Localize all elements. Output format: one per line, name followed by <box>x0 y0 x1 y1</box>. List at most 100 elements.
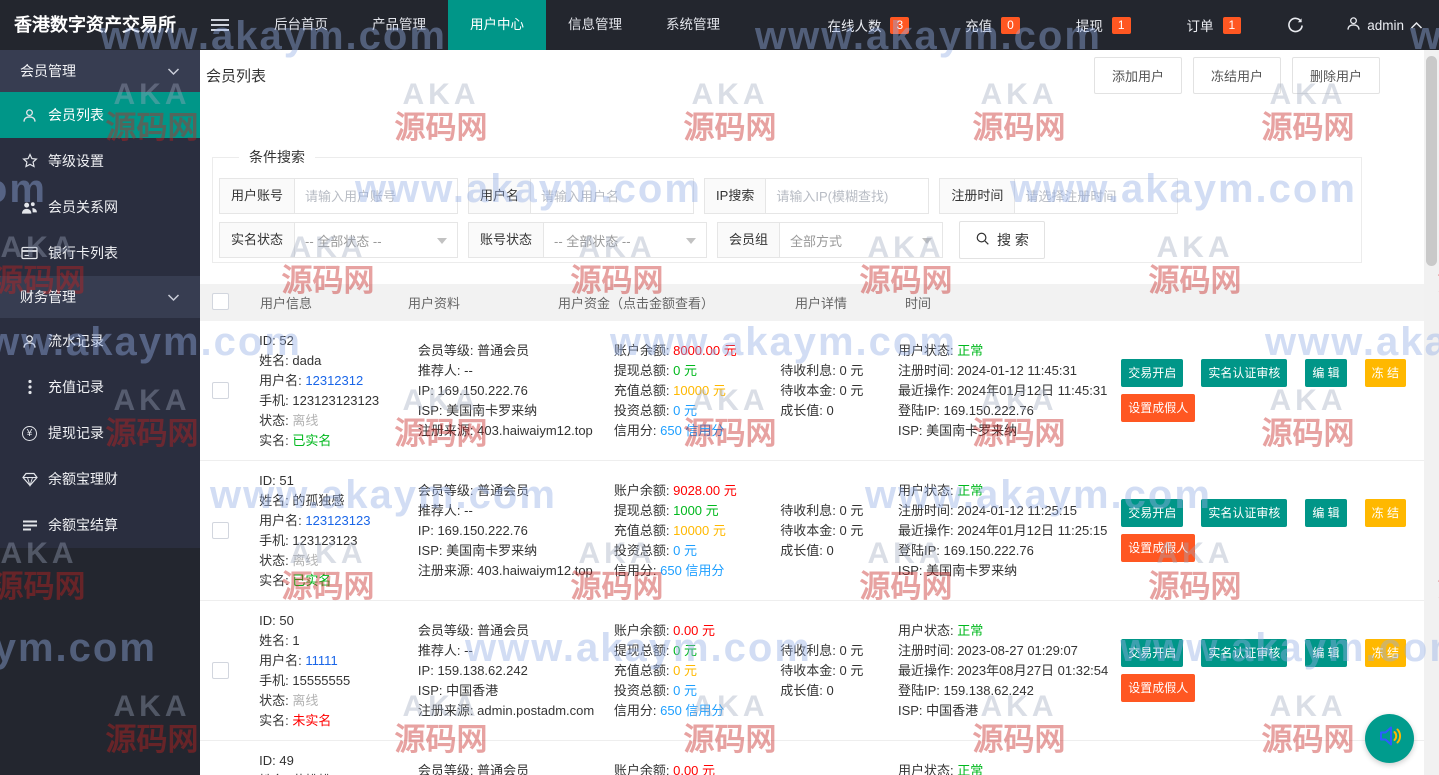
top-navbar: 香港数字资产交易所 后台首页 产品管理 用户中心 信息管理 系统管理 在线人数 … <box>0 0 1439 50</box>
credit-score[interactable]: 650 信用分 <box>660 563 724 578</box>
sidebar-item-yuebao-invest[interactable]: 余额宝理财 <box>0 456 200 502</box>
edit-button[interactable]: 编 辑 <box>1305 499 1347 527</box>
balance-amount[interactable]: 0.00 元 <box>673 623 715 638</box>
main-nav: 后台首页 产品管理 用户中心 信息管理 系统管理 <box>252 0 742 50</box>
credit-score[interactable]: 650 信用分 <box>660 423 724 438</box>
nav-item-user-center[interactable]: 用户中心 <box>448 0 546 50</box>
growth-value: 0 <box>826 402 834 418</box>
login-ip: 159.138.62.242 <box>943 682 1034 698</box>
sidebar-item-recharge-records[interactable]: 充值记录 <box>0 364 200 410</box>
recharge-total[interactable]: 10000 元 <box>673 523 726 538</box>
sidebar-item-withdraw-records[interactable]: ¥ 提现记录 <box>0 410 200 456</box>
ip-search-input[interactable] <box>765 178 930 214</box>
stat-recharge[interactable]: 充值 0 <box>965 15 1020 35</box>
withdraw-total[interactable]: 1000 元 <box>673 503 719 518</box>
table-row: ID50 姓名1 用户名11111 手机15555555 状态离线 实名未实名 … <box>200 601 1424 741</box>
select-all-checkbox[interactable] <box>212 292 229 310</box>
admin-menu[interactable]: admin <box>1346 16 1423 34</box>
search-button[interactable]: 搜 索 <box>959 221 1045 259</box>
trade-toggle-button[interactable]: 交易开启 <box>1121 639 1184 667</box>
balance-amount[interactable]: 9028.00 元 <box>673 483 737 498</box>
register-time: 2024-01-12 11:25:15 <box>957 502 1077 518</box>
realname-verify-button[interactable]: 实名认证审核 <box>1201 359 1288 387</box>
trade-toggle-button[interactable]: 交易开启 <box>1121 359 1184 387</box>
username-link[interactable]: 12312312 <box>305 373 363 388</box>
member-level: 普通会员 <box>477 622 530 638</box>
nav-item-system[interactable]: 系统管理 <box>644 0 742 50</box>
set-fake-button[interactable]: 设置成假人 <box>1121 394 1196 422</box>
recharge-total[interactable]: 0 元 <box>673 663 697 678</box>
order-count-badge: 1 <box>1222 16 1242 34</box>
stat-withdraw[interactable]: 提现 1 <box>1076 15 1131 35</box>
row-checkbox[interactable] <box>212 382 229 399</box>
scrollbar-thumb[interactable] <box>1426 56 1437 266</box>
edit-button[interactable]: 编 辑 <box>1305 639 1347 667</box>
sidebar-item-member-network[interactable]: 会员关系网 <box>0 184 200 230</box>
realname-verify-button[interactable]: 实名认证审核 <box>1201 499 1288 527</box>
username-link[interactable]: 11111 <box>305 653 337 668</box>
username-input[interactable] <box>530 178 695 214</box>
username-link[interactable]: 123123123 <box>305 513 370 528</box>
growth-value: 0 <box>826 542 834 558</box>
freeze-button[interactable]: 冻 结 <box>1364 639 1407 667</box>
login-ip: 169.150.222.76 <box>943 542 1034 558</box>
nav-item-dashboard[interactable]: 后台首页 <box>252 0 350 50</box>
sidebar-item-flow-records[interactable]: 流水记录 <box>0 318 200 364</box>
scrollbar-track[interactable] <box>1424 50 1439 775</box>
sidebar-item-yuebao-settle[interactable]: 余额宝结算 <box>0 502 200 548</box>
user-funds-cell: 账户余额0.00 元 提现总额0 元 充值总额0 元 投资总额0 元 信用分65… <box>606 601 780 740</box>
growth-value: 0 <box>826 682 834 698</box>
trade-toggle-button[interactable]: 交易开启 <box>1121 499 1184 527</box>
set-fake-button[interactable]: 设置成假人 <box>1121 674 1196 702</box>
sidebar-item-bank-cards[interactable]: 银行卡列表 <box>0 230 200 276</box>
invest-total[interactable]: 0 元 <box>673 403 697 418</box>
sound-notification-button[interactable] <box>1365 714 1414 763</box>
user-detail-cell: 用户状态正常 注册时间 最近操作 登陆IP ISP <box>890 741 1113 775</box>
member-group-select[interactable]: 全部方式 <box>779 222 944 258</box>
login-isp: 美国南卡罗来纳 <box>926 422 1018 438</box>
balance-amount[interactable]: 8000.00 元 <box>673 343 737 358</box>
member-level: 普通会员 <box>477 342 530 358</box>
withdraw-total[interactable]: 0 元 <box>673 643 697 658</box>
realname-verify-button[interactable]: 实名认证审核 <box>1201 639 1288 667</box>
sidebar-group-finance-mgmt[interactable]: 财务管理 <box>0 276 200 318</box>
caret-down-icon <box>437 238 448 244</box>
set-fake-button[interactable]: 设置成假人 <box>1121 534 1196 562</box>
refresh-icon[interactable] <box>1287 17 1304 34</box>
row-checkbox[interactable] <box>212 662 229 679</box>
chevron-down-icon <box>167 289 180 305</box>
nav-item-info[interactable]: 信息管理 <box>546 0 644 50</box>
stat-online[interactable]: 在线人数 3 <box>827 15 910 35</box>
sidebar-group-member-mgmt[interactable]: 会员管理 <box>0 50 200 92</box>
realname-status-select[interactable]: -- 全部状态 -- <box>294 222 459 258</box>
edit-button[interactable]: 编 辑 <box>1305 359 1347 387</box>
balance-amount[interactable]: 0.00 元 <box>673 763 715 775</box>
user-status: 正常 <box>957 622 984 638</box>
sidebar-item-level-settings[interactable]: 等级设置 <box>0 138 200 184</box>
account-input[interactable] <box>294 178 459 214</box>
freeze-user-button[interactable]: 冻结用户 <box>1192 56 1281 94</box>
nav-item-products[interactable]: 产品管理 <box>350 0 448 50</box>
regtime-input[interactable] <box>1014 178 1179 214</box>
invest-total[interactable]: 0 元 <box>673 683 697 698</box>
row-checkbox[interactable] <box>212 522 229 539</box>
hamburger-menu-icon[interactable] <box>200 0 240 50</box>
invest-total[interactable]: 0 元 <box>673 543 697 558</box>
user-profile-cell: 会员等级普通会员 推荐人-- IP169.150.222.76 ISP美国南卡罗… <box>410 461 606 600</box>
list-icon <box>21 519 38 532</box>
user-phone: 15555555 <box>292 673 351 688</box>
add-user-button[interactable]: 添加用户 <box>1093 56 1182 94</box>
delete-user-button[interactable]: 删除用户 <box>1291 56 1380 94</box>
page: 香港数字资产交易所 后台首页 产品管理 用户中心 信息管理 系统管理 在线人数 … <box>0 0 1439 775</box>
credit-score[interactable]: 650 信用分 <box>660 703 724 718</box>
freeze-button[interactable]: 冻 结 <box>1364 359 1407 387</box>
withdraw-count-badge: 1 <box>1111 16 1131 34</box>
withdraw-total[interactable]: 0 元 <box>673 363 697 378</box>
account-status-select[interactable]: -- 全部状态 -- <box>543 222 708 258</box>
stat-orders[interactable]: 订单 1 <box>1187 15 1242 35</box>
freeze-button[interactable]: 冻 结 <box>1364 499 1407 527</box>
sidebar-item-member-list[interactable]: 会员列表 <box>0 92 200 138</box>
recharge-total[interactable]: 10000 元 <box>673 383 726 398</box>
pending-principal: 0 元 <box>839 382 864 398</box>
user-profile-cell: 会员等级普通会员 推荐人-- IP159.138.62.242 ISP中国香港 … <box>410 601 606 740</box>
